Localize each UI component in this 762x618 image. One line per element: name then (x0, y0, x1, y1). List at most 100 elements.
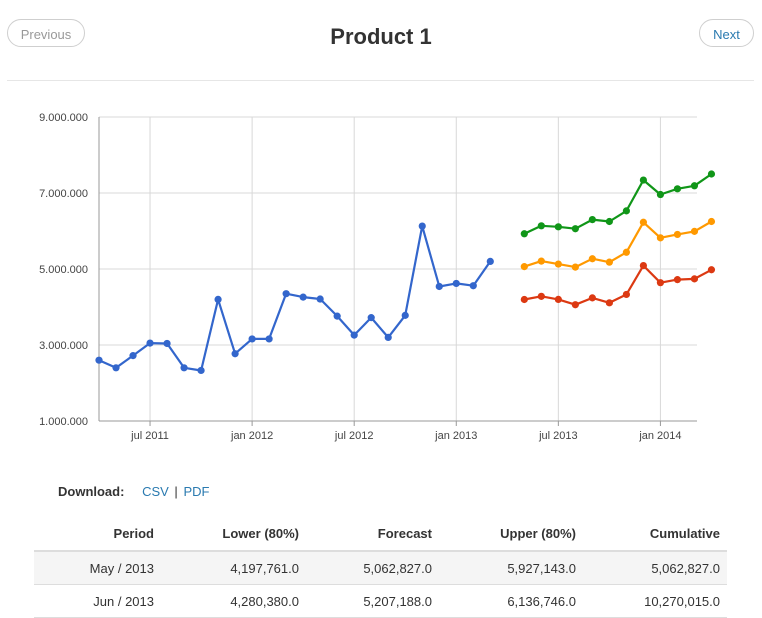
table-row: May / 2013 4,197,761.0 5,062,827.0 5,927… (34, 551, 727, 585)
data-point (656, 279, 665, 287)
data-point (231, 350, 239, 358)
data-point (605, 217, 613, 226)
forecast-line-chart: 1.000.000 3.000.000 5.000.000 7.000.000 9.00… (39, 112, 716, 442)
column-header-forecast: Forecast (306, 516, 439, 552)
data-point (520, 295, 528, 304)
cell-cumulative: 5,062,827.0 (583, 551, 727, 585)
data-point (690, 227, 699, 235)
y-tick-label: 7.000.000 (39, 188, 88, 200)
x-tick-label: jul 2011 (130, 430, 169, 442)
data-point (197, 366, 205, 375)
page-title: Product 1 (330, 24, 432, 49)
data-point (163, 339, 171, 348)
y-tick-label: 1.000.000 (39, 416, 88, 428)
column-header-lower: Lower (80%) (161, 516, 306, 552)
y-tick-label: 5.000.000 (39, 264, 88, 276)
data-point (690, 182, 699, 190)
data-point (299, 293, 307, 301)
cell-cumulative: 10,270,015.0 (583, 584, 727, 618)
pdf-link[interactable]: PDF (183, 484, 209, 499)
data-point (571, 301, 579, 309)
data-point (639, 261, 648, 270)
cell-period: Jun / 2013 (34, 584, 161, 618)
data-point (707, 266, 716, 274)
data-point (656, 190, 665, 199)
data-point (316, 295, 324, 303)
table-row: Jun / 2013 4,280,380.0 5,207,188.0 6,136… (34, 584, 727, 618)
series-line (523, 220, 713, 269)
data-point (537, 257, 545, 265)
csv-link[interactable]: CSV (142, 484, 169, 499)
y-tick-label: 9.000.000 (39, 112, 88, 124)
cell-forecast: 5,207,188.0 (306, 584, 439, 618)
data-point (622, 248, 630, 256)
cell-forecast: 5,062,827.0 (306, 551, 439, 585)
data-point (435, 282, 443, 291)
data-point (673, 185, 682, 193)
cell-upper: 5,927,143.0 (439, 551, 583, 585)
data-point (588, 255, 596, 263)
y-tick-label: 3.000.000 (39, 340, 88, 352)
data-point (588, 294, 596, 302)
data-point (673, 276, 682, 284)
data-point (571, 263, 579, 271)
series-line (523, 173, 713, 235)
data-point (520, 263, 528, 271)
data-point (554, 295, 562, 303)
data-point (129, 352, 137, 360)
x-tick-label: jan 2012 (230, 430, 273, 442)
data-point (486, 257, 494, 265)
data-point (707, 170, 716, 178)
data-point (537, 222, 545, 230)
x-tick-label: jan 2013 (434, 430, 477, 442)
column-header-cumulative: Cumulative (583, 516, 727, 552)
series-line (524, 264, 713, 306)
cell-lower: 4,197,761.0 (161, 551, 306, 585)
next-button[interactable]: Next (699, 19, 754, 47)
data-point (554, 260, 562, 268)
data-point (146, 339, 154, 347)
data-point (248, 335, 256, 343)
data-point (588, 216, 596, 224)
data-point (265, 335, 273, 343)
cell-lower: 4,280,380.0 (161, 584, 306, 618)
data-point (639, 176, 648, 184)
data-point (537, 292, 545, 300)
data-point (673, 230, 682, 239)
data-point (605, 299, 613, 307)
data-point (350, 331, 358, 339)
data-point (112, 364, 120, 372)
column-header-upper: Upper (80%) (439, 516, 583, 552)
data-point (180, 364, 188, 372)
x-tick-label: jul 2012 (334, 430, 374, 442)
forecast-table: Period Lower (80%) Forecast Upper (80%) … (34, 516, 727, 618)
data-point (639, 218, 648, 226)
x-tick-label: jul 2013 (538, 430, 578, 442)
header-divider (7, 80, 754, 81)
table-header-row: Period Lower (80%) Forecast Upper (80%) … (34, 516, 727, 552)
data-point (656, 234, 665, 242)
series-line (98, 224, 492, 372)
data-point (605, 258, 613, 266)
data-point (95, 356, 103, 364)
data-point (554, 223, 562, 231)
data-point (333, 312, 341, 320)
cell-period: May / 2013 (34, 551, 161, 585)
data-point (384, 333, 392, 341)
data-point (469, 282, 477, 290)
link-separator: | (174, 484, 178, 499)
data-point (214, 295, 222, 303)
data-point (622, 207, 630, 215)
x-tick-label: jan 2014 (638, 430, 681, 442)
data-point (622, 290, 630, 299)
cell-upper: 6,136,746.0 (439, 584, 583, 618)
data-point (690, 275, 699, 283)
data-point (367, 314, 375, 322)
data-point (452, 279, 460, 288)
data-point (707, 217, 716, 226)
download-links: Download: CSV | PDF (58, 484, 209, 499)
data-point (282, 290, 290, 298)
download-label: Download: (58, 484, 125, 499)
data-point (571, 225, 579, 233)
data-point (401, 311, 409, 319)
